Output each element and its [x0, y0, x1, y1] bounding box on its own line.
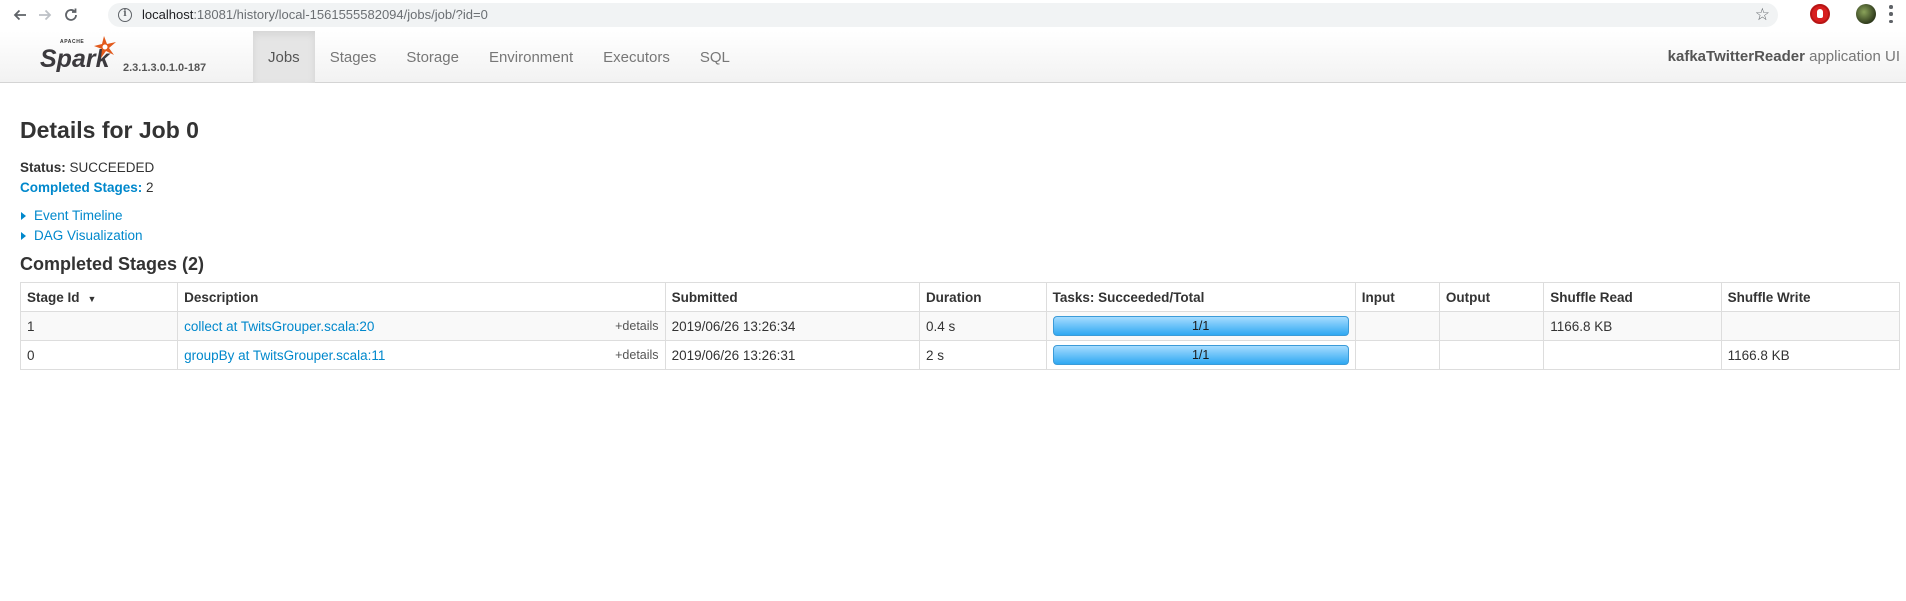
header-tasks[interactable]: Tasks: Succeeded/Total	[1045, 282, 1356, 312]
status-line: Status: SUCCEEDED	[20, 158, 1900, 178]
event-timeline-label: Event Timeline	[34, 208, 123, 223]
tab-environment[interactable]: Environment	[474, 31, 588, 83]
cell-duration: 2 s	[918, 340, 1047, 370]
header-input[interactable]: Input	[1354, 282, 1440, 312]
tasks-progress-bar: 1/1	[1052, 345, 1349, 365]
logo-spark-text: Spark	[40, 45, 111, 73]
tab-jobs[interactable]: Jobs	[253, 31, 315, 83]
cell-stage-id: 0	[19, 340, 179, 370]
cell-shuffle-write	[1720, 311, 1901, 341]
url-host: localhost	[142, 7, 194, 22]
stage-description-link[interactable]: groupBy at TwitsGrouper.scala:11	[184, 348, 385, 363]
sort-desc-icon: ▼	[87, 293, 97, 304]
tab-storage[interactable]: Storage	[391, 31, 474, 83]
extension-icon[interactable]	[1810, 4, 1830, 24]
forward-icon[interactable]	[34, 4, 56, 26]
tab-sql[interactable]: SQL	[685, 31, 745, 83]
cell-output	[1438, 311, 1545, 341]
info-icon[interactable]: i	[118, 8, 132, 22]
spark-version: 2.3.1.3.0.1.0-187	[123, 62, 207, 74]
dag-visualization-label: DAG Visualization	[34, 228, 143, 243]
cell-shuffle-read: 1166.8 KB	[1543, 311, 1722, 341]
cell-duration: 0.4 s	[918, 311, 1047, 341]
completed-stages-link[interactable]: Completed Stages:	[20, 180, 142, 195]
main-content: Details for Job 0 Status: SUCCEEDED Comp…	[19, 83, 1901, 370]
status-value: SUCCEEDED	[69, 160, 155, 175]
cell-description: collect at TwitsGrouper.scala:20 +details	[177, 311, 666, 341]
tab-stages[interactable]: Stages	[315, 31, 392, 83]
app-name: kafkaTwitterReader	[1667, 48, 1805, 65]
status-label: Status:	[20, 160, 66, 175]
tab-executors[interactable]: Executors	[588, 31, 685, 83]
details-toggle[interactable]: +details	[615, 319, 658, 333]
header-stage-id-label: Stage Id	[27, 289, 80, 305]
stage-description-link[interactable]: collect at TwitsGrouper.scala:20	[184, 319, 374, 334]
header-shuffle-write[interactable]: Shuffle Write	[1720, 282, 1901, 312]
header-output[interactable]: Output	[1438, 282, 1545, 312]
address-bar[interactable]: i localhost:18081/history/local-15615555…	[108, 3, 1778, 27]
header-stage-id[interactable]: Stage Id ▼	[19, 282, 179, 312]
url-path: :18081/history/local-1561555582094/jobs/…	[193, 7, 488, 22]
expand-arrow-icon	[21, 232, 26, 240]
cell-stage-id: 1	[19, 311, 179, 341]
cell-submitted: 2019/06/26 13:26:31	[664, 340, 920, 370]
table-row: 0 groupBy at TwitsGrouper.scala:11 +detai…	[19, 340, 1901, 370]
cell-shuffle-read	[1543, 340, 1722, 370]
cell-description: groupBy at TwitsGrouper.scala:11 +details	[177, 340, 666, 370]
page-title: Details for Job 0	[20, 117, 199, 143]
spark-logo: APACHE Spark	[40, 36, 116, 73]
profile-avatar[interactable]	[1856, 4, 1876, 24]
tasks-progress-bar: 1/1	[1052, 316, 1349, 336]
header-duration[interactable]: Duration	[918, 282, 1047, 312]
table-header-row: Stage Id ▼ Description Submitted Duration…	[19, 282, 1901, 312]
table-row: 1 collect at TwitsGrouper.scala:20 +detai…	[19, 311, 1901, 341]
job-summary: Status: SUCCEEDED Completed Stages: 2	[20, 158, 1900, 198]
dag-visualization-toggle[interactable]: DAG Visualization	[20, 226, 1900, 246]
event-timeline-toggle[interactable]: Event Timeline	[20, 206, 1900, 226]
cell-output	[1438, 340, 1545, 370]
visualization-toggles: Event Timeline DAG Visualization	[20, 206, 1900, 246]
cell-input	[1354, 340, 1440, 370]
spark-brand[interactable]: APACHE Spark 2.3.1.3.0.1.0-187	[38, 34, 218, 80]
back-icon[interactable]	[9, 4, 31, 26]
expand-arrow-icon	[21, 212, 26, 220]
cell-shuffle-write: 1166.8 KB	[1720, 340, 1901, 370]
completed-stages-table: Stage Id ▼ Description Submitted Duration…	[19, 282, 1901, 370]
header-shuffle-read[interactable]: Shuffle Read	[1543, 282, 1722, 312]
menu-icon[interactable]	[1889, 5, 1893, 23]
details-toggle[interactable]: +details	[615, 348, 658, 362]
app-title: kafkaTwitterReader application UI	[1668, 48, 1900, 65]
completed-stages-heading: Completed Stages (2)	[20, 254, 205, 274]
header-submitted[interactable]: Submitted	[664, 282, 920, 312]
app-suffix: application UI	[1804, 48, 1900, 65]
cell-tasks: 1/1	[1045, 340, 1356, 370]
completed-stages-count: 2	[146, 180, 154, 195]
star-icon[interactable]: ☆	[1755, 5, 1770, 25]
cell-input	[1354, 311, 1440, 341]
completed-stages-line: Completed Stages: 2	[20, 178, 1900, 198]
nav-tabs: Jobs Stages Storage Environment Executor…	[253, 31, 745, 83]
reload-icon[interactable]	[60, 4, 82, 26]
header-description[interactable]: Description	[177, 282, 666, 312]
cell-submitted: 2019/06/26 13:26:34	[664, 311, 920, 341]
url-text[interactable]: localhost:18081/history/local-1561555582…	[142, 7, 488, 22]
browser-toolbar: i localhost:18081/history/local-15615555…	[0, 0, 1906, 30]
cell-tasks: 1/1	[1045, 311, 1356, 341]
spark-navbar: APACHE Spark 2.3.1.3.0.1.0-187 Jobs Stag…	[0, 31, 1906, 83]
